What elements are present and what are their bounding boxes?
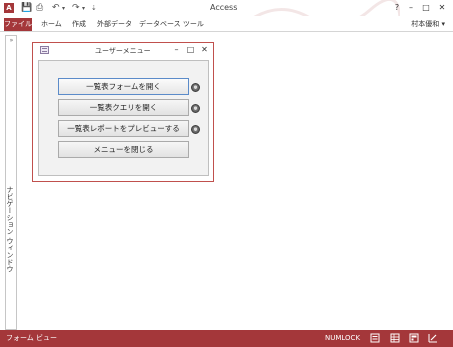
tab-home[interactable]: ホーム	[41, 18, 62, 31]
user-account[interactable]: 村本優和 ▾	[411, 18, 445, 31]
form-icon	[40, 46, 49, 54]
undo-dropdown-icon[interactable]: ▾	[62, 3, 65, 15]
form-title-bar[interactable]: ユーザーメニュー – □ ✕	[33, 43, 213, 57]
gear-icon[interactable]	[191, 104, 200, 113]
open-list-form-button[interactable]: 一覧表フォームを開く	[58, 78, 189, 95]
window-title: Access	[210, 3, 238, 12]
access-app-icon[interactable]: A	[4, 3, 14, 13]
user-menu-form-window: ユーザーメニュー – □ ✕ 一覧表フォームを開く 一覧表クエリを開く 一覧表レ…	[32, 42, 214, 182]
design-view-icon[interactable]	[428, 333, 438, 343]
status-bar: フォーム ビュー NUMLOCK	[0, 330, 453, 347]
close-menu-button[interactable]: メニューを閉じる	[58, 141, 189, 158]
close-button[interactable]: ✕	[436, 2, 448, 14]
gear-icon[interactable]	[191, 83, 200, 92]
open-list-query-button[interactable]: 一覧表クエリを開く	[58, 99, 189, 116]
layout-view-icon[interactable]	[409, 333, 419, 343]
minimize-button[interactable]: –	[405, 2, 417, 14]
undo-icon[interactable]: ↶	[52, 2, 60, 14]
form-close-button[interactable]: ✕	[199, 44, 210, 55]
navigation-pane-label[interactable]: ナビゲーション ウィンドウ	[5, 186, 15, 272]
tab-create[interactable]: 作成	[72, 18, 86, 31]
navigation-pane[interactable]: » ナビゲーション ウィンドウ	[5, 35, 17, 330]
redo-dropdown-icon[interactable]: ▾	[82, 3, 85, 15]
redo-icon[interactable]: ↷	[72, 2, 80, 14]
numlock-indicator: NUMLOCK	[325, 334, 361, 342]
datasheet-view-icon[interactable]	[390, 333, 400, 343]
tab-external-data[interactable]: 外部データ	[97, 18, 132, 31]
nav-expand-icon[interactable]: »	[7, 37, 16, 45]
title-bar: A 💾 ⎙ ↶ ▾ ↷ ▾ ⇣ Access ? – □ ✕	[0, 0, 453, 32]
form-body: 一覧表フォームを開く 一覧表クエリを開く 一覧表レポートをプレビューする メニュ…	[38, 60, 209, 176]
form-title: ユーザーメニュー	[95, 47, 151, 55]
status-view-label: フォーム ビュー	[6, 334, 58, 342]
preview-list-report-button[interactable]: 一覧表レポートをプレビューする	[58, 120, 189, 137]
print-preview-icon[interactable]: ⎙	[36, 2, 43, 14]
tab-database-tools[interactable]: データベース ツール	[139, 18, 204, 31]
save-icon[interactable]: 💾	[21, 2, 32, 14]
ribbon-tab-bar: ファイル ホーム 作成 外部データ データベース ツール 村本優和 ▾	[0, 16, 453, 32]
tab-file[interactable]: ファイル	[4, 18, 32, 31]
customize-qat-icon[interactable]: ⇣	[91, 2, 97, 14]
gear-icon[interactable]	[191, 125, 200, 134]
form-view-icon[interactable]	[370, 333, 380, 343]
restore-button[interactable]: □	[420, 2, 432, 14]
form-minimize-button[interactable]: –	[171, 44, 182, 55]
help-button[interactable]: ?	[391, 2, 403, 14]
form-restore-button[interactable]: □	[185, 44, 196, 55]
